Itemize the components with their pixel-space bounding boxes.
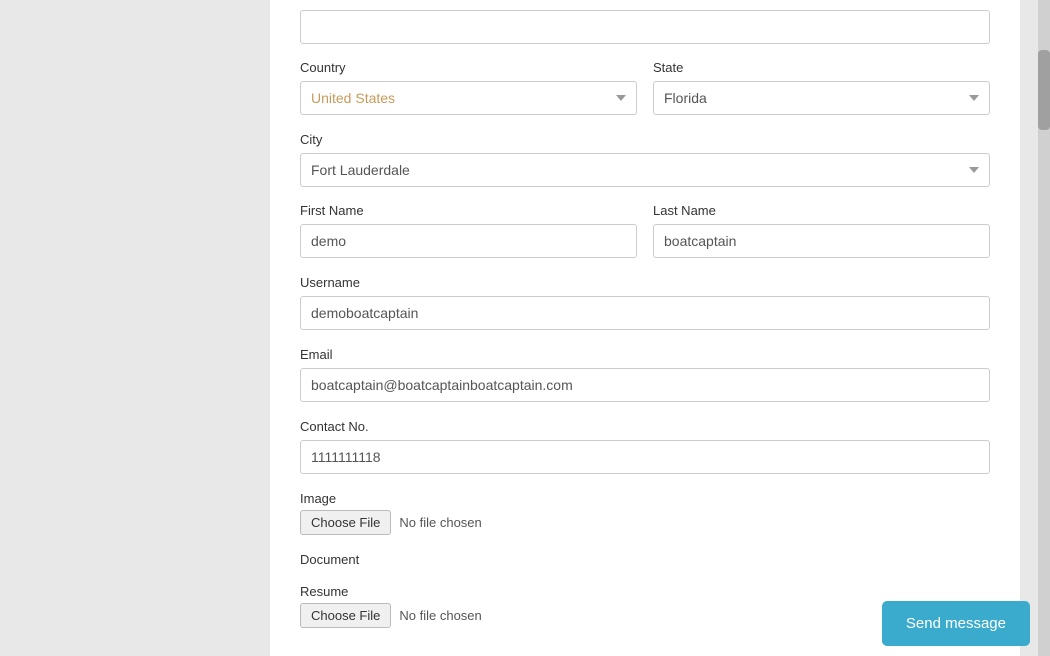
country-label: Country: [300, 60, 637, 75]
top-input[interactable]: [300, 10, 990, 44]
right-panel: [1020, 0, 1050, 656]
state-select[interactable]: Florida: [653, 81, 990, 115]
document-label: Document: [300, 552, 359, 567]
email-section: Email: [300, 346, 990, 402]
username-input[interactable]: [300, 296, 990, 330]
state-group: State Florida: [653, 60, 990, 115]
city-select[interactable]: Fort Lauderdale: [300, 153, 990, 187]
image-no-file-text: No file chosen: [399, 515, 481, 530]
last-name-group: Last Name: [653, 203, 990, 258]
scrollbar-thumb[interactable]: [1038, 50, 1050, 130]
contact-input[interactable]: [300, 440, 990, 474]
last-name-input[interactable]: [653, 224, 990, 258]
country-group: Country United States: [300, 60, 637, 115]
resume-no-file-text: No file chosen: [399, 608, 481, 623]
resume-choose-file-button[interactable]: Choose File: [300, 603, 391, 628]
name-row: First Name Last Name: [300, 203, 990, 258]
send-message-button[interactable]: Send message: [882, 601, 1030, 646]
country-select[interactable]: United States: [300, 81, 637, 115]
username-label: Username: [300, 275, 360, 290]
email-label: Email: [300, 347, 333, 362]
city-label: City: [300, 132, 322, 147]
image-label: Image: [300, 491, 336, 506]
state-label: State: [653, 60, 990, 75]
email-input[interactable]: [300, 368, 990, 402]
image-section: Image Choose File No file chosen: [300, 490, 990, 535]
first-name-group: First Name: [300, 203, 637, 258]
image-file-wrapper: Choose File No file chosen: [300, 510, 990, 535]
left-panel: [0, 0, 270, 656]
username-section: Username: [300, 274, 990, 330]
city-section: City Fort Lauderdale: [300, 131, 990, 187]
country-state-row: Country United States State Florida: [300, 60, 990, 115]
image-choose-file-button[interactable]: Choose File: [300, 510, 391, 535]
resume-label: Resume: [300, 584, 348, 599]
document-section: Document: [300, 551, 990, 567]
first-name-label: First Name: [300, 203, 637, 218]
main-content: Country United States State Florida City…: [270, 0, 1020, 656]
contact-section: Contact No.: [300, 418, 990, 474]
contact-label: Contact No.: [300, 419, 369, 434]
scrollbar-track[interactable]: [1038, 0, 1050, 656]
last-name-label: Last Name: [653, 203, 990, 218]
first-name-input[interactable]: [300, 224, 637, 258]
